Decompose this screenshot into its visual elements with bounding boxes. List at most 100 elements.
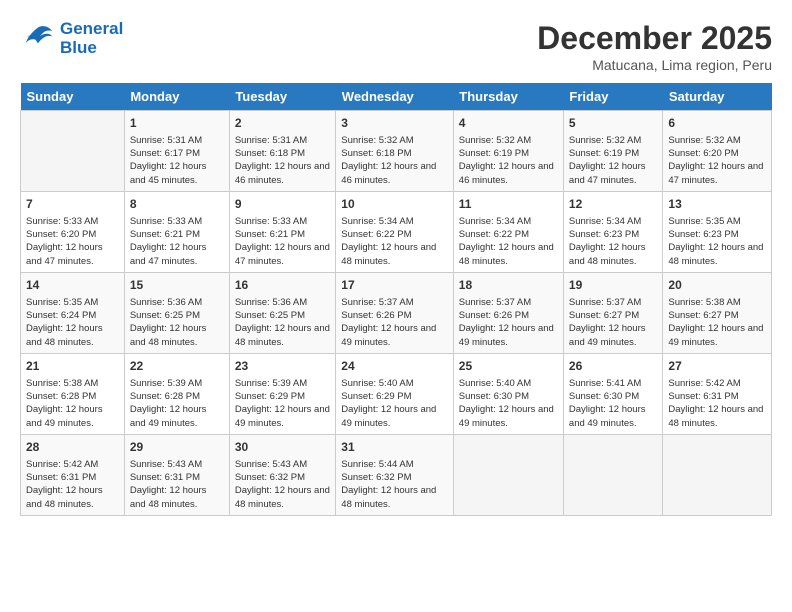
cell-info: Sunrise: 5:36 AM Sunset: 6:25 PM Dayligh… [130,296,224,349]
day-number: 25 [459,358,558,375]
cell-info: Sunrise: 5:38 AM Sunset: 6:27 PM Dayligh… [668,296,766,349]
day-number: 30 [235,439,330,456]
calendar-week-3: 14 Sunrise: 5:35 AM Sunset: 6:24 PM Dayl… [21,272,772,353]
cell-info: Sunrise: 5:39 AM Sunset: 6:29 PM Dayligh… [235,377,330,430]
calendar-cell: 6 Sunrise: 5:32 AM Sunset: 6:20 PM Dayli… [663,111,772,192]
cell-info: Sunrise: 5:34 AM Sunset: 6:23 PM Dayligh… [569,215,657,268]
day-number: 31 [341,439,448,456]
calendar-cell: 28 Sunrise: 5:42 AM Sunset: 6:31 PM Dayl… [21,434,125,515]
header-thursday: Thursday [453,83,563,111]
day-number: 8 [130,196,224,213]
calendar-week-5: 28 Sunrise: 5:42 AM Sunset: 6:31 PM Dayl… [21,434,772,515]
calendar-cell: 25 Sunrise: 5:40 AM Sunset: 6:30 PM Dayl… [453,353,563,434]
day-number: 11 [459,196,558,213]
calendar-cell: 8 Sunrise: 5:33 AM Sunset: 6:21 PM Dayli… [124,191,229,272]
cell-info: Sunrise: 5:32 AM Sunset: 6:20 PM Dayligh… [668,134,766,187]
calendar-cell: 31 Sunrise: 5:44 AM Sunset: 6:32 PM Dayl… [336,434,454,515]
day-number: 19 [569,277,657,294]
calendar-cell: 22 Sunrise: 5:39 AM Sunset: 6:28 PM Dayl… [124,353,229,434]
calendar-title: December 2025 [537,20,772,57]
day-number: 27 [668,358,766,375]
calendar-cell: 14 Sunrise: 5:35 AM Sunset: 6:24 PM Dayl… [21,272,125,353]
cell-info: Sunrise: 5:32 AM Sunset: 6:18 PM Dayligh… [341,134,448,187]
day-number: 5 [569,115,657,132]
cell-info: Sunrise: 5:39 AM Sunset: 6:28 PM Dayligh… [130,377,224,430]
header-monday: Monday [124,83,229,111]
calendar-cell: 2 Sunrise: 5:31 AM Sunset: 6:18 PM Dayli… [229,111,335,192]
day-number: 7 [26,196,119,213]
cell-info: Sunrise: 5:32 AM Sunset: 6:19 PM Dayligh… [569,134,657,187]
page-header: General Blue December 2025 Matucana, Lim… [20,20,772,73]
calendar-cell [663,434,772,515]
day-number: 12 [569,196,657,213]
cell-info: Sunrise: 5:42 AM Sunset: 6:31 PM Dayligh… [26,458,119,511]
calendar-cell: 3 Sunrise: 5:32 AM Sunset: 6:18 PM Dayli… [336,111,454,192]
cell-info: Sunrise: 5:35 AM Sunset: 6:24 PM Dayligh… [26,296,119,349]
cell-info: Sunrise: 5:37 AM Sunset: 6:26 PM Dayligh… [459,296,558,349]
logo-text: General Blue [60,20,123,57]
calendar-cell [563,434,662,515]
calendar-cell: 26 Sunrise: 5:41 AM Sunset: 6:30 PM Dayl… [563,353,662,434]
calendar-cell: 11 Sunrise: 5:34 AM Sunset: 6:22 PM Dayl… [453,191,563,272]
cell-info: Sunrise: 5:34 AM Sunset: 6:22 PM Dayligh… [341,215,448,268]
calendar-cell: 19 Sunrise: 5:37 AM Sunset: 6:27 PM Dayl… [563,272,662,353]
day-number: 20 [668,277,766,294]
cell-info: Sunrise: 5:33 AM Sunset: 6:20 PM Dayligh… [26,215,119,268]
cell-info: Sunrise: 5:31 AM Sunset: 6:18 PM Dayligh… [235,134,330,187]
day-number: 10 [341,196,448,213]
calendar-cell: 13 Sunrise: 5:35 AM Sunset: 6:23 PM Dayl… [663,191,772,272]
day-number: 21 [26,358,119,375]
day-number: 15 [130,277,224,294]
calendar-cell [21,111,125,192]
logo-bird-icon [20,24,56,54]
calendar-header-row: SundayMondayTuesdayWednesdayThursdayFrid… [21,83,772,111]
calendar-week-1: 1 Sunrise: 5:31 AM Sunset: 6:17 PM Dayli… [21,111,772,192]
day-number: 16 [235,277,330,294]
cell-info: Sunrise: 5:32 AM Sunset: 6:19 PM Dayligh… [459,134,558,187]
header-sunday: Sunday [21,83,125,111]
day-number: 2 [235,115,330,132]
day-number: 23 [235,358,330,375]
calendar-cell [453,434,563,515]
calendar-cell: 29 Sunrise: 5:43 AM Sunset: 6:31 PM Dayl… [124,434,229,515]
day-number: 13 [668,196,766,213]
cell-info: Sunrise: 5:36 AM Sunset: 6:25 PM Dayligh… [235,296,330,349]
day-number: 4 [459,115,558,132]
calendar-cell: 21 Sunrise: 5:38 AM Sunset: 6:28 PM Dayl… [21,353,125,434]
day-number: 28 [26,439,119,456]
calendar-cell: 17 Sunrise: 5:37 AM Sunset: 6:26 PM Dayl… [336,272,454,353]
cell-info: Sunrise: 5:43 AM Sunset: 6:31 PM Dayligh… [130,458,224,511]
header-tuesday: Tuesday [229,83,335,111]
cell-info: Sunrise: 5:41 AM Sunset: 6:30 PM Dayligh… [569,377,657,430]
calendar-week-2: 7 Sunrise: 5:33 AM Sunset: 6:20 PM Dayli… [21,191,772,272]
header-wednesday: Wednesday [336,83,454,111]
day-number: 22 [130,358,224,375]
calendar-cell: 4 Sunrise: 5:32 AM Sunset: 6:19 PM Dayli… [453,111,563,192]
calendar-cell: 18 Sunrise: 5:37 AM Sunset: 6:26 PM Dayl… [453,272,563,353]
calendar-cell: 27 Sunrise: 5:42 AM Sunset: 6:31 PM Dayl… [663,353,772,434]
day-number: 6 [668,115,766,132]
calendar-cell: 20 Sunrise: 5:38 AM Sunset: 6:27 PM Dayl… [663,272,772,353]
cell-info: Sunrise: 5:37 AM Sunset: 6:27 PM Dayligh… [569,296,657,349]
header-friday: Friday [563,83,662,111]
calendar-cell: 5 Sunrise: 5:32 AM Sunset: 6:19 PM Dayli… [563,111,662,192]
day-number: 18 [459,277,558,294]
day-number: 14 [26,277,119,294]
cell-info: Sunrise: 5:40 AM Sunset: 6:30 PM Dayligh… [459,377,558,430]
calendar-cell: 9 Sunrise: 5:33 AM Sunset: 6:21 PM Dayli… [229,191,335,272]
cell-info: Sunrise: 5:34 AM Sunset: 6:22 PM Dayligh… [459,215,558,268]
cell-info: Sunrise: 5:44 AM Sunset: 6:32 PM Dayligh… [341,458,448,511]
day-number: 29 [130,439,224,456]
calendar-cell: 24 Sunrise: 5:40 AM Sunset: 6:29 PM Dayl… [336,353,454,434]
calendar-cell: 23 Sunrise: 5:39 AM Sunset: 6:29 PM Dayl… [229,353,335,434]
header-saturday: Saturday [663,83,772,111]
cell-info: Sunrise: 5:38 AM Sunset: 6:28 PM Dayligh… [26,377,119,430]
cell-info: Sunrise: 5:33 AM Sunset: 6:21 PM Dayligh… [130,215,224,268]
calendar-table: SundayMondayTuesdayWednesdayThursdayFrid… [20,83,772,516]
day-number: 3 [341,115,448,132]
day-number: 1 [130,115,224,132]
calendar-cell: 1 Sunrise: 5:31 AM Sunset: 6:17 PM Dayli… [124,111,229,192]
calendar-subtitle: Matucana, Lima region, Peru [537,57,772,73]
day-number: 26 [569,358,657,375]
title-block: December 2025 Matucana, Lima region, Per… [537,20,772,73]
